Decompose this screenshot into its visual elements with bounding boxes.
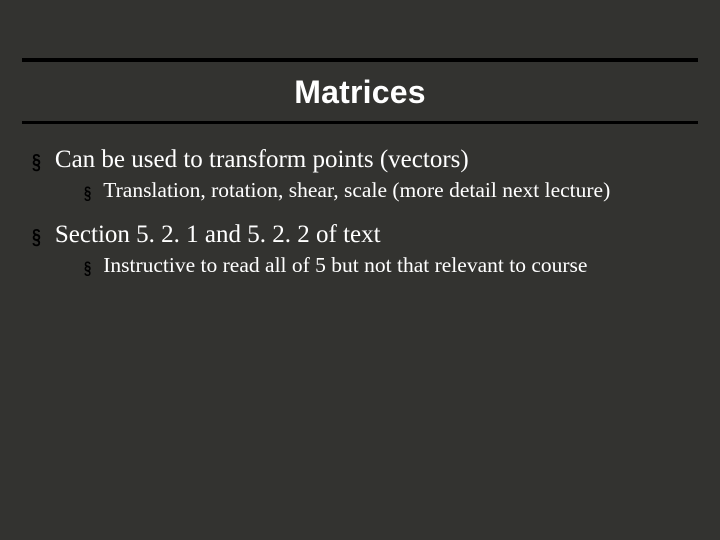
title-wrap: Matrices — [22, 62, 698, 121]
list-item: § Can be used to transform points (vecto… — [32, 146, 698, 174]
list-item: § Section 5. 2. 1 and 5. 2. 2 of text — [32, 221, 698, 249]
bullet-text: Translation, rotation, shear, scale (mor… — [103, 178, 610, 203]
section-bullet-icon: § — [32, 227, 41, 249]
section-bullet-icon: § — [32, 152, 41, 174]
bullet-text: Can be used to transform points (vectors… — [55, 146, 469, 174]
slide: Matrices § Can be used to transform poin… — [0, 58, 720, 540]
list-item-sub: § Translation, rotation, shear, scale (m… — [84, 178, 698, 203]
content: § Can be used to transform points (vecto… — [22, 124, 698, 278]
slide-title: Matrices — [22, 74, 698, 111]
bullet-text: Section 5. 2. 1 and 5. 2. 2 of text — [55, 221, 381, 249]
section-bullet-icon: § — [84, 259, 91, 277]
list-item-sub: § Instructive to read all of 5 but not t… — [84, 253, 698, 278]
bullet-text: Instructive to read all of 5 but not tha… — [103, 253, 587, 278]
section-bullet-icon: § — [84, 184, 91, 202]
